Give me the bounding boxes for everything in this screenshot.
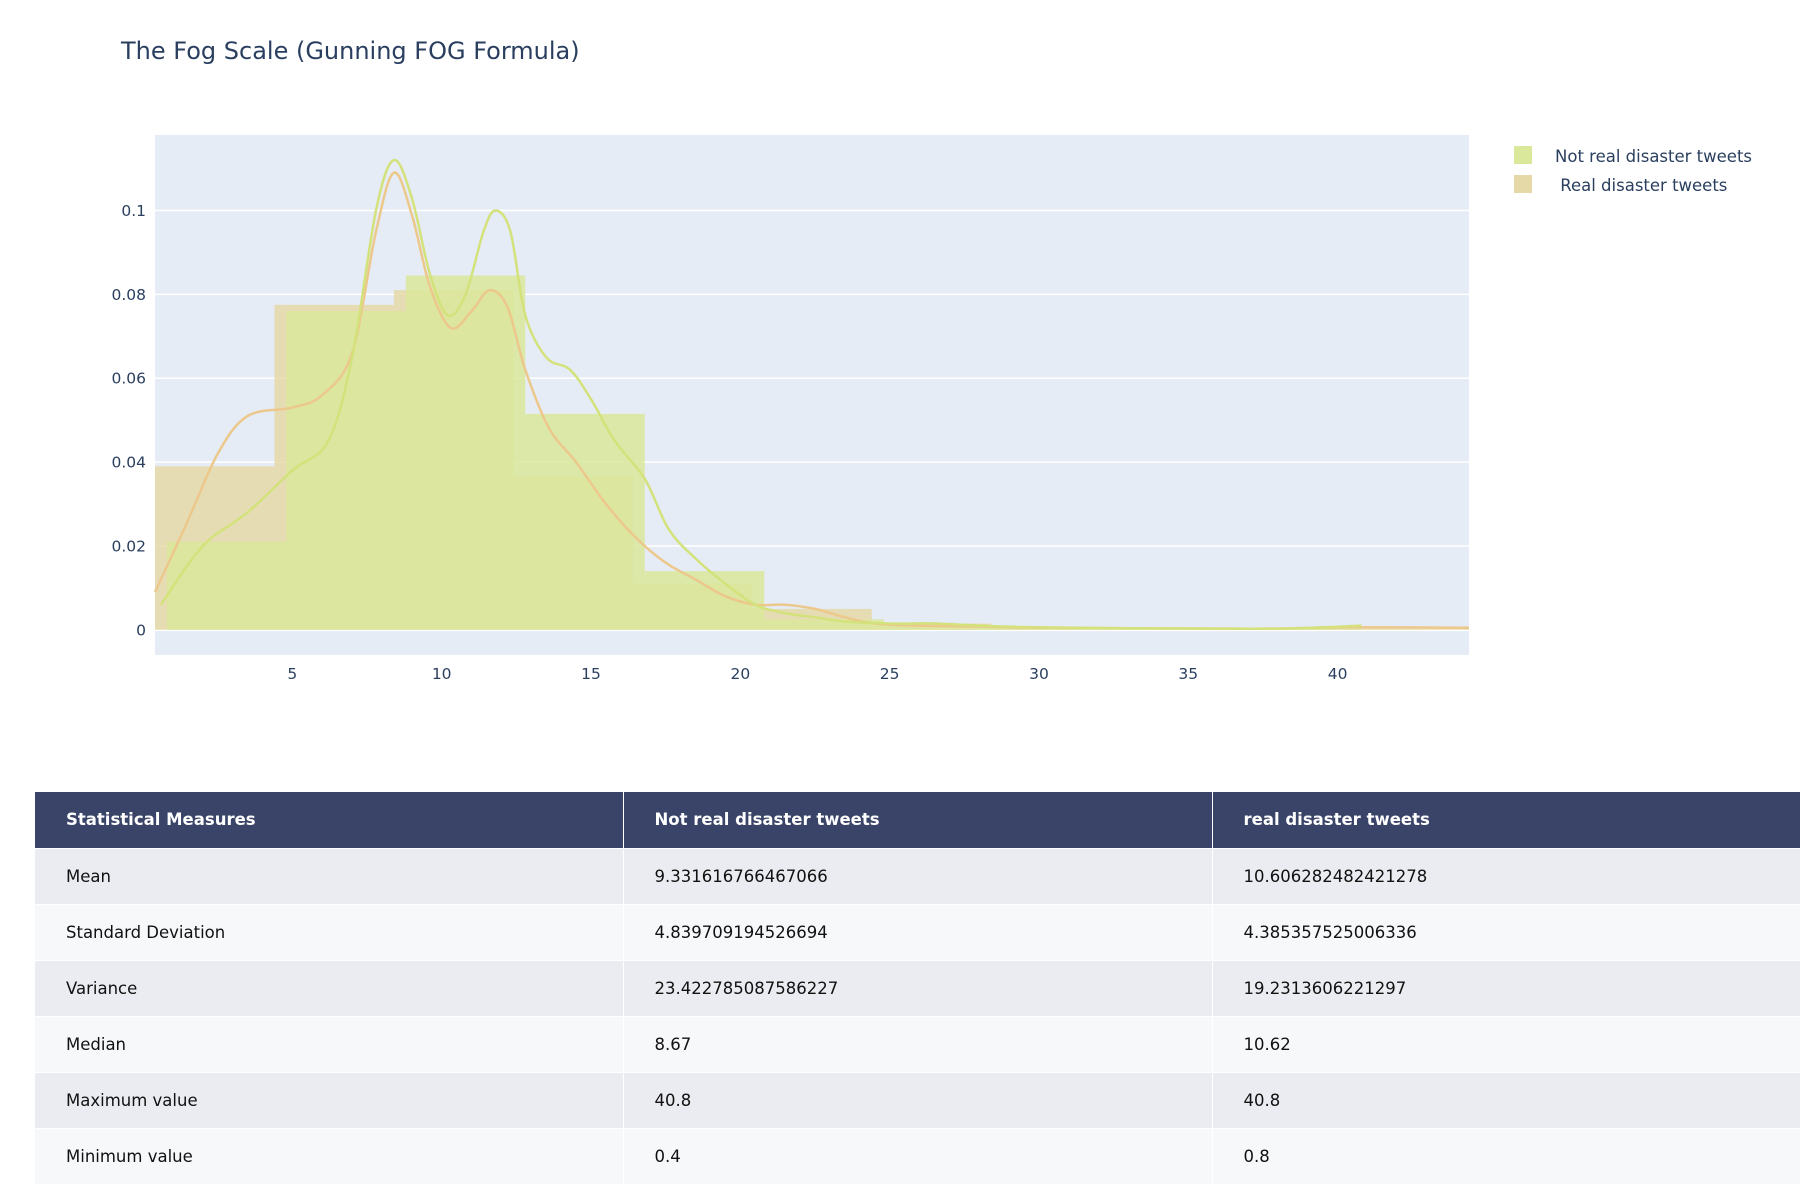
legend: Not real disaster tweets Real disaster t… [1514, 146, 1752, 195]
legend-swatch-real [1514, 175, 1532, 193]
cell-not-real: 40.8 [623, 1072, 1213, 1129]
cell-not-real: 0.4 [623, 1128, 1213, 1185]
cell-not-real: 8.67 [623, 1016, 1213, 1073]
bar-not-real[interactable] [166, 541, 287, 630]
cell-not-real: 9.331616766467066 [623, 848, 1213, 905]
legend-label-not-real: Not real disaster tweets [1555, 147, 1752, 166]
table-row: Maximum value 40.8 40.8 [35, 1072, 1800, 1129]
table-row: Minimum value 0.4 0.8 [35, 1128, 1800, 1185]
cell-not-real: 23.422785087586227 [623, 960, 1213, 1017]
legend-label-real: Real disaster tweets [1555, 176, 1727, 195]
cell-real: 10.606282482421278 [1212, 848, 1800, 905]
chart-title: The Fog Scale (Gunning FOG Formula) [120, 37, 580, 65]
bar-not-real[interactable] [525, 413, 645, 630]
cell-measure: Mean [35, 848, 624, 905]
cell-real: 19.2313606221297 [1212, 960, 1800, 1017]
cell-measure: Minimum value [35, 1128, 624, 1185]
y-tick-label: 0.06 [111, 370, 146, 388]
legend-item-not-real[interactable]: Not real disaster tweets [1514, 146, 1752, 166]
table-row: Variance 23.422785087586227 19.231360622… [35, 960, 1800, 1017]
x-tick-label: 25 [880, 665, 900, 683]
legend-swatch-not-real [1514, 146, 1532, 164]
bar-not-real[interactable] [286, 311, 406, 630]
header-not-real: Not real disaster tweets [623, 792, 1213, 849]
cell-real: 4.385357525006336 [1212, 904, 1800, 961]
x-tick-label: 35 [1178, 665, 1198, 683]
cell-measure: Variance [35, 960, 624, 1017]
x-tick-label: 10 [432, 665, 452, 683]
bar-not-real[interactable] [405, 275, 526, 630]
header-measure: Statistical Measures [35, 792, 624, 849]
cell-real: 10.62 [1212, 1016, 1800, 1073]
y-tick-label: 0.1 [121, 202, 146, 220]
y-tick-label: 0.08 [111, 286, 146, 304]
table-row: Standard Deviation 4.839709194526694 4.3… [35, 904, 1800, 961]
x-tick-label: 20 [730, 665, 750, 683]
cell-measure: Median [35, 1016, 624, 1073]
statistics-table: Statistical Measures Not real disaster t… [35, 792, 1800, 1185]
x-tick-label: 15 [581, 665, 601, 683]
x-axis-ticks: 5 10 15 20 25 30 35 40 [287, 665, 1347, 683]
fog-scale-chart: The Fog Scale (Gunning FOG Formula) 0 0.0… [111, 37, 1752, 683]
y-tick-label: 0 [136, 621, 146, 639]
table-row: Median 8.67 10.62 [35, 1016, 1800, 1073]
y-tick-label: 0.02 [111, 537, 146, 555]
x-tick-label: 40 [1328, 665, 1348, 683]
header-real: real disaster tweets [1212, 792, 1800, 849]
cell-real: 0.8 [1212, 1128, 1800, 1185]
y-tick-label: 0.04 [111, 454, 146, 472]
cell-real: 40.8 [1212, 1072, 1800, 1129]
legend-item-real[interactable]: Real disaster tweets [1514, 175, 1727, 195]
table-header-row: Statistical Measures Not real disaster t… [35, 792, 1800, 849]
table-row: Mean 9.331616766467066 10.60628248242127… [35, 848, 1800, 905]
y-axis-ticks: 0 0.02 0.04 0.06 0.08 0.1 [111, 202, 146, 639]
x-tick-label: 30 [1029, 665, 1049, 683]
cell-not-real: 4.839709194526694 [623, 904, 1213, 961]
cell-measure: Standard Deviation [35, 904, 624, 961]
x-tick-label: 5 [287, 665, 297, 683]
cell-measure: Maximum value [35, 1072, 624, 1129]
